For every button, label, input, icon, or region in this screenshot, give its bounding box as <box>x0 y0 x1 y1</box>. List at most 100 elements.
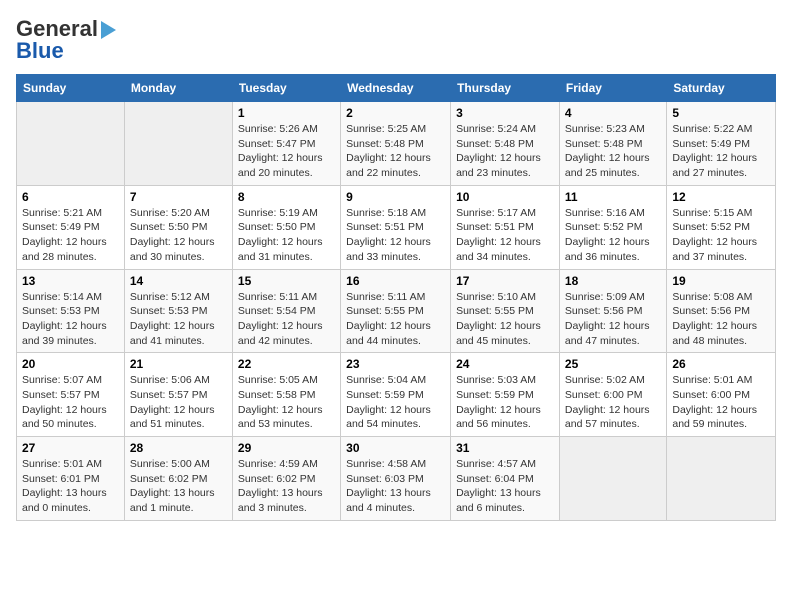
logo-arrow-icon <box>101 21 116 39</box>
day-info: Sunrise: 5:20 AMSunset: 5:50 PMDaylight:… <box>130 206 227 265</box>
logo: General Blue <box>16 16 116 64</box>
weekday-header-saturday: Saturday <box>667 75 776 102</box>
day-number: 1 <box>238 106 335 120</box>
day-info: Sunrise: 5:26 AMSunset: 5:47 PMDaylight:… <box>238 122 335 181</box>
day-number: 19 <box>672 274 770 288</box>
day-info: Sunrise: 5:06 AMSunset: 5:57 PMDaylight:… <box>130 373 227 432</box>
calendar-cell: 6 Sunrise: 5:21 AMSunset: 5:49 PMDaylight… <box>17 185 125 269</box>
day-number: 27 <box>22 441 119 455</box>
day-info: Sunrise: 5:09 AMSunset: 5:56 PMDaylight:… <box>565 290 661 349</box>
day-number: 30 <box>346 441 445 455</box>
calendar-cell: 16 Sunrise: 5:11 AMSunset: 5:55 PMDayligh… <box>341 269 451 353</box>
weekday-header-friday: Friday <box>559 75 666 102</box>
day-number: 21 <box>130 357 227 371</box>
day-info: Sunrise: 5:11 AMSunset: 5:54 PMDaylight:… <box>238 290 335 349</box>
calendar-cell: 2Sunrise: 5:25 AMSunset: 5:48 PMDaylight… <box>341 102 451 186</box>
day-number: 13 <box>22 274 119 288</box>
calendar-cell: 17 Sunrise: 5:10 AMSunset: 5:55 PMDayligh… <box>451 269 560 353</box>
calendar-week-row: 1 Sunrise: 5:26 AMSunset: 5:47 PMDaylight… <box>17 102 776 186</box>
calendar-cell: 4 Sunrise: 5:23 AMSunset: 5:48 PMDaylight… <box>559 102 666 186</box>
day-number: 24 <box>456 357 554 371</box>
day-info: Sunrise: 5:22 AMSunset: 5:49 PMDaylight:… <box>672 122 770 181</box>
day-number: 23 <box>346 357 445 371</box>
weekday-header-row: SundayMondayTuesdayWednesdayThursdayFrid… <box>17 75 776 102</box>
day-info: Sunrise: 5:15 AMSunset: 5:52 PMDaylight:… <box>672 206 770 265</box>
day-number: 6 <box>22 190 119 204</box>
day-info: Sunrise: 5:16 AMSunset: 5:52 PMDaylight:… <box>565 206 661 265</box>
day-info: Sunrise: 5:17 AMSunset: 5:51 PMDaylight:… <box>456 206 554 265</box>
calendar-cell: 13 Sunrise: 5:14 AMSunset: 5:53 PMDayligh… <box>17 269 125 353</box>
day-info: Sunrise: 5:03 AMSunset: 5:59 PMDaylight:… <box>456 373 554 432</box>
calendar-cell: 7 Sunrise: 5:20 AMSunset: 5:50 PMDaylight… <box>124 185 232 269</box>
day-number: 7 <box>130 190 227 204</box>
day-info: Sunrise: 5:02 AMSunset: 6:00 PMDaylight:… <box>565 373 661 432</box>
day-number: 10 <box>456 190 554 204</box>
weekday-header-wednesday: Wednesday <box>341 75 451 102</box>
day-number: 9 <box>346 190 445 204</box>
day-number: 12 <box>672 190 770 204</box>
calendar-cell: 25 Sunrise: 5:02 AMSunset: 6:00 PMDayligh… <box>559 353 666 437</box>
day-info: Sunrise: 5:19 AMSunset: 5:50 PMDaylight:… <box>238 206 335 265</box>
calendar-table: SundayMondayTuesdayWednesdayThursdayFrid… <box>16 74 776 521</box>
calendar-cell: 22 Sunrise: 5:05 AMSunset: 5:58 PMDayligh… <box>232 353 340 437</box>
day-info: Sunrise: 5:12 AMSunset: 5:53 PMDaylight:… <box>130 290 227 349</box>
calendar-week-row: 20Sunrise: 5:07 AMSunset: 5:57 PMDayligh… <box>17 353 776 437</box>
day-info: Sunrise: 5:11 AMSunset: 5:55 PMDaylight:… <box>346 290 445 349</box>
calendar-cell: 9 Sunrise: 5:18 AMSunset: 5:51 PMDaylight… <box>341 185 451 269</box>
calendar-cell: 31 Sunrise: 4:57 AMSunset: 6:04 PMDayligh… <box>451 437 560 521</box>
logo-blue-text: Blue <box>16 38 64 64</box>
calendar-cell: 19 Sunrise: 5:08 AMSunset: 5:56 PMDayligh… <box>667 269 776 353</box>
day-number: 25 <box>565 357 661 371</box>
day-info: Sunrise: 5:01 AMSunset: 6:01 PMDaylight:… <box>22 457 119 516</box>
day-number: 28 <box>130 441 227 455</box>
day-number: 4 <box>565 106 661 120</box>
day-number: 29 <box>238 441 335 455</box>
calendar-cell: 14 Sunrise: 5:12 AMSunset: 5:53 PMDayligh… <box>124 269 232 353</box>
calendar-cell: 5Sunrise: 5:22 AMSunset: 5:49 PMDaylight… <box>667 102 776 186</box>
calendar-cell: 20Sunrise: 5:07 AMSunset: 5:57 PMDayligh… <box>17 353 125 437</box>
day-number: 14 <box>130 274 227 288</box>
day-number: 11 <box>565 190 661 204</box>
day-number: 15 <box>238 274 335 288</box>
calendar-cell <box>667 437 776 521</box>
day-info: Sunrise: 5:05 AMSunset: 5:58 PMDaylight:… <box>238 373 335 432</box>
calendar-cell: 23 Sunrise: 5:04 AMSunset: 5:59 PMDayligh… <box>341 353 451 437</box>
day-info: Sunrise: 5:14 AMSunset: 5:53 PMDaylight:… <box>22 290 119 349</box>
calendar-week-row: 6 Sunrise: 5:21 AMSunset: 5:49 PMDaylight… <box>17 185 776 269</box>
page-header: General Blue <box>16 16 776 64</box>
weekday-header-sunday: Sunday <box>17 75 125 102</box>
day-info: Sunrise: 4:57 AMSunset: 6:04 PMDaylight:… <box>456 457 554 516</box>
calendar-cell: 8 Sunrise: 5:19 AMSunset: 5:50 PMDaylight… <box>232 185 340 269</box>
calendar-week-row: 27 Sunrise: 5:01 AMSunset: 6:01 PMDayligh… <box>17 437 776 521</box>
day-info: Sunrise: 5:21 AMSunset: 5:49 PMDaylight:… <box>22 206 119 265</box>
day-number: 31 <box>456 441 554 455</box>
day-info: Sunrise: 5:08 AMSunset: 5:56 PMDaylight:… <box>672 290 770 349</box>
calendar-cell: 3Sunrise: 5:24 AMSunset: 5:48 PMDaylight… <box>451 102 560 186</box>
weekday-header-monday: Monday <box>124 75 232 102</box>
day-number: 26 <box>672 357 770 371</box>
calendar-week-row: 13 Sunrise: 5:14 AMSunset: 5:53 PMDayligh… <box>17 269 776 353</box>
day-info: Sunrise: 5:18 AMSunset: 5:51 PMDaylight:… <box>346 206 445 265</box>
day-info: Sunrise: 5:23 AMSunset: 5:48 PMDaylight:… <box>565 122 661 181</box>
day-number: 16 <box>346 274 445 288</box>
calendar-cell: 28Sunrise: 5:00 AMSunset: 6:02 PMDayligh… <box>124 437 232 521</box>
calendar-cell: 24 Sunrise: 5:03 AMSunset: 5:59 PMDayligh… <box>451 353 560 437</box>
weekday-header-tuesday: Tuesday <box>232 75 340 102</box>
day-number: 17 <box>456 274 554 288</box>
day-number: 8 <box>238 190 335 204</box>
calendar-cell: 27 Sunrise: 5:01 AMSunset: 6:01 PMDayligh… <box>17 437 125 521</box>
day-info: Sunrise: 5:10 AMSunset: 5:55 PMDaylight:… <box>456 290 554 349</box>
calendar-cell: 10 Sunrise: 5:17 AMSunset: 5:51 PMDayligh… <box>451 185 560 269</box>
day-number: 20 <box>22 357 119 371</box>
day-number: 2 <box>346 106 445 120</box>
calendar-cell: 12 Sunrise: 5:15 AMSunset: 5:52 PMDayligh… <box>667 185 776 269</box>
calendar-cell: 30Sunrise: 4:58 AMSunset: 6:03 PMDayligh… <box>341 437 451 521</box>
day-info: Sunrise: 5:24 AMSunset: 5:48 PMDaylight:… <box>456 122 554 181</box>
day-number: 22 <box>238 357 335 371</box>
day-info: Sunrise: 4:59 AMSunset: 6:02 PMDaylight:… <box>238 457 335 516</box>
weekday-header-thursday: Thursday <box>451 75 560 102</box>
day-info: Sunrise: 5:04 AMSunset: 5:59 PMDaylight:… <box>346 373 445 432</box>
calendar-cell: 18Sunrise: 5:09 AMSunset: 5:56 PMDayligh… <box>559 269 666 353</box>
calendar-cell <box>17 102 125 186</box>
calendar-cell: 1 Sunrise: 5:26 AMSunset: 5:47 PMDaylight… <box>232 102 340 186</box>
